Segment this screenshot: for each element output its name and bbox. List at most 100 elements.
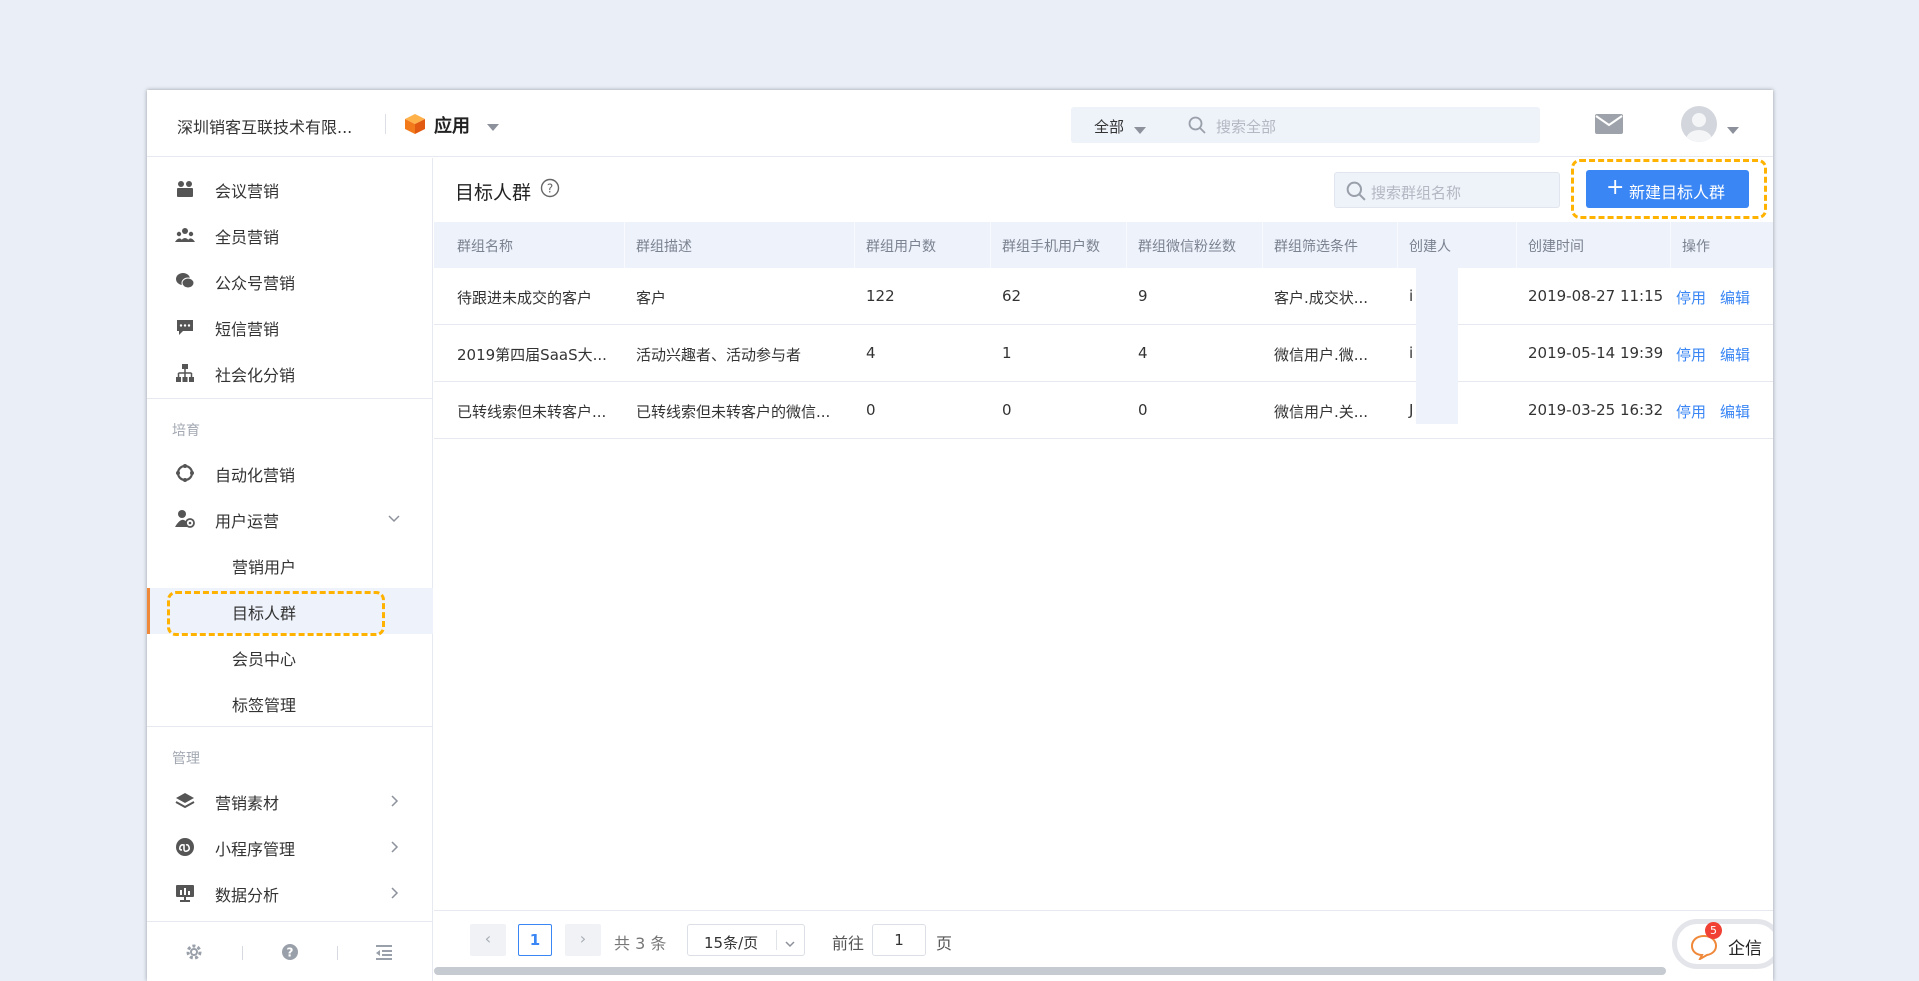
page-number-current[interactable]: 1 — [518, 924, 552, 956]
gear-icon[interactable] — [184, 942, 204, 966]
sidebar-divider — [147, 726, 433, 727]
sidebar-item-label: 自动化营销 — [215, 466, 296, 485]
help-icon[interactable]: ? — [280, 942, 300, 966]
chevron-right-icon[interactable] — [387, 793, 401, 812]
column-header[interactable]: 群组描述 — [636, 236, 692, 256]
sidebar-item-tag-manage[interactable]: 标签管理 — [147, 680, 433, 726]
collapse-menu-icon[interactable] — [374, 942, 394, 966]
app-title[interactable]: 应用 — [434, 112, 470, 138]
sms-icon — [175, 317, 195, 337]
sidebar-item-label: 社会化分销 — [215, 366, 296, 385]
cell-phone-users: 1 — [1002, 344, 1012, 362]
sidebar-item-meeting[interactable]: 会议营销 — [147, 166, 433, 212]
search-icon — [1188, 116, 1206, 138]
column-separator — [1670, 222, 1671, 268]
cell-desc: 已转线索但未转客户的微信... — [636, 403, 831, 421]
cell-filter: 微信用户.关... — [1274, 403, 1369, 421]
column-header: 操作 — [1682, 239, 1710, 255]
search-scope[interactable]: 全部 — [1094, 116, 1124, 137]
column-header[interactable]: 创建人 — [1409, 236, 1451, 256]
table-row[interactable]: 待跟进未成交的客户 客户 122 62 9 客户.成交状... i 2019-0… — [434, 268, 1773, 325]
total-count: 共 3 条 — [614, 934, 667, 953]
sidebar-item-wechat[interactable]: 公众号营销 — [147, 258, 433, 304]
group-search-input[interactable]: 搜索群组名称 — [1334, 172, 1560, 208]
goto-page-input[interactable] — [872, 924, 926, 956]
sidebar-item-automation[interactable]: 自动化营销 — [147, 450, 433, 496]
miniprogram-icon — [175, 837, 195, 857]
cell-wechat-fans: 0 — [1138, 401, 1148, 419]
sidebar-item-miniprogram[interactable]: 小程序管理 — [147, 824, 433, 870]
column-header[interactable]: 创建时间 — [1528, 236, 1584, 256]
help-icon[interactable]: ? — [540, 178, 560, 202]
chat-button[interactable]: 5 企信 — [1672, 919, 1773, 969]
cell-wechat-fans: 9 — [1138, 287, 1148, 305]
column-separator — [854, 222, 855, 268]
cell-users: 122 — [866, 287, 895, 305]
sidebar-item-label: 数据分析 — [215, 886, 280, 905]
disable-link[interactable]: 停用 — [1676, 287, 1706, 308]
sidebar-item-sms[interactable]: 短信营销 — [147, 304, 433, 350]
cell-created: 2019-08-27 11:15 — [1528, 287, 1664, 305]
topbar-divider — [385, 114, 386, 134]
chevron-down-icon — [784, 935, 796, 954]
sidebar-item-materials[interactable]: 营销素材 — [147, 778, 433, 824]
cell-creator: i — [1409, 344, 1414, 362]
chevron-down-icon[interactable] — [387, 511, 401, 530]
prev-page-button[interactable]: ‹ — [470, 924, 506, 956]
horizontal-scrollbar[interactable] — [434, 967, 1666, 975]
cell-creator: J — [1409, 401, 1414, 419]
cell-name: 2019第四届SaaS大... — [457, 346, 607, 364]
app-window: 深圳销客互联技术有限... 应用 全部 搜索全部 会议营销 全员营销 公众号营销… — [147, 90, 1773, 981]
sidebar-item-analytics[interactable]: 数据分析 — [147, 870, 433, 916]
section-label-manage: 管理 — [172, 751, 200, 767]
active-indicator — [147, 588, 150, 634]
disable-link[interactable]: 停用 — [1676, 401, 1706, 422]
cell-desc: 活动兴趣者、活动参与者 — [636, 346, 802, 364]
cell-name: 已转线索但未转客户... — [457, 403, 607, 421]
column-header[interactable]: 群组筛选条件 — [1274, 236, 1358, 256]
disable-link[interactable]: 停用 — [1676, 344, 1706, 365]
table-row[interactable]: 2019第四届SaaS大... 活动兴趣者、活动参与者 4 1 4 微信用户.微… — [434, 325, 1773, 382]
svg-text:?: ? — [287, 946, 294, 960]
column-header[interactable]: 群组手机用户数 — [1002, 236, 1100, 256]
cell-phone-users: 0 — [1002, 401, 1012, 419]
global-search[interactable]: 全部 搜索全部 — [1071, 107, 1540, 143]
sidebar-item-distribution[interactable]: 社会化分销 — [147, 350, 433, 396]
company-name[interactable]: 深圳销客互联技术有限... — [177, 114, 352, 138]
chevron-right-icon[interactable] — [387, 839, 401, 858]
cell-desc: 客户 — [636, 289, 667, 307]
page-size-select[interactable]: 15条/页 — [687, 924, 805, 956]
sidebar-item-member-center[interactable]: 会员中心 — [147, 634, 433, 680]
svg-text:?: ? — [547, 182, 553, 196]
column-separator — [1516, 222, 1517, 268]
chevron-right-icon[interactable] — [387, 885, 401, 904]
meeting-icon — [175, 179, 195, 199]
next-page-button[interactable]: › — [565, 924, 601, 956]
caret-down-icon[interactable] — [1134, 120, 1146, 139]
layers-icon — [175, 791, 195, 811]
caret-down-icon[interactable] — [1727, 120, 1739, 139]
column-separator — [990, 222, 991, 268]
sidebar-item-label: 营销素材 — [215, 794, 280, 813]
cell-created: 2019-05-14 19:39 — [1528, 344, 1664, 362]
column-header[interactable]: 群组微信粉丝数 — [1138, 236, 1236, 256]
sidebar: 会议营销 全员营销 公众号营销 短信营销 社会化分销 培育 自动化营销 用户运营… — [147, 158, 433, 981]
search-placeholder[interactable]: 搜索全部 — [1216, 116, 1276, 137]
edit-link[interactable]: 编辑 — [1720, 287, 1750, 308]
sidebar-item-user-ops[interactable]: 用户运营 — [147, 496, 433, 542]
edit-link[interactable]: 编辑 — [1720, 401, 1750, 422]
cell-creator: i — [1409, 287, 1414, 305]
column-separator — [1262, 222, 1263, 268]
column-header[interactable]: 群组用户数 — [866, 236, 936, 256]
sidebar-footer: ? — [147, 921, 433, 981]
caret-down-icon[interactable] — [487, 117, 499, 136]
team-icon — [175, 225, 195, 245]
column-header[interactable]: 群组名称 — [457, 236, 513, 256]
footer-separator — [242, 946, 243, 960]
table-row[interactable]: 已转线索但未转客户... 已转线索但未转客户的微信... 0 0 0 微信用户.… — [434, 382, 1773, 439]
edit-link[interactable]: 编辑 — [1720, 344, 1750, 365]
avatar[interactable] — [1681, 106, 1717, 142]
sidebar-item-team[interactable]: 全员营销 — [147, 212, 433, 258]
mail-icon[interactable] — [1595, 114, 1623, 138]
sidebar-item-marketing-users[interactable]: 营销用户 — [147, 542, 433, 588]
